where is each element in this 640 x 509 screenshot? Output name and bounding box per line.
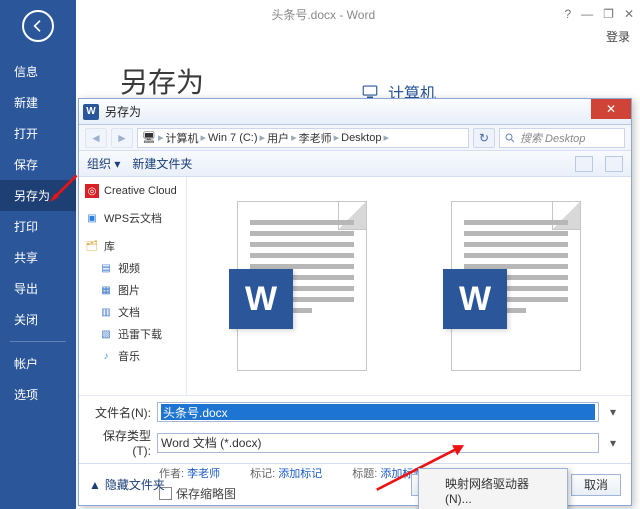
divider: [10, 341, 66, 342]
file-area[interactable]: W W: [187, 177, 631, 395]
dialog-title: 另存为: [105, 103, 141, 120]
login-link[interactable]: 登录: [606, 28, 630, 45]
savetype-select[interactable]: Word 文档 (*.docx): [157, 433, 599, 453]
savetype-label: 保存类型(T):: [89, 427, 151, 458]
bs-item-info[interactable]: 信息: [0, 56, 76, 87]
bs-item-new[interactable]: 新建: [0, 87, 76, 118]
minimize-icon[interactable]: —: [581, 7, 593, 21]
bc-seg[interactable]: Win 7 (C:): [208, 132, 258, 144]
backstage-sidebar: 信息 新建 打开 保存 另存为 打印 共享 导出 关闭 帐户 选项: [0, 0, 76, 509]
hide-folders-toggle[interactable]: ▲ 隐藏文件夹: [89, 476, 165, 493]
filename-input[interactable]: [157, 402, 599, 422]
nav-back-button[interactable]: ◄: [85, 128, 107, 148]
word-badge-icon: W: [229, 269, 293, 329]
bc-seg[interactable]: 计算机: [166, 130, 199, 146]
tree-pictures[interactable]: ▦图片: [81, 279, 184, 301]
folder-tree: ◎Creative Cloud ▣WPS云文档 🗂库 ▤视频 ▦图片 ▥文档 ▧…: [79, 177, 187, 395]
bs-item-open[interactable]: 打开: [0, 118, 76, 149]
nav-bar: ◄ ► 🖥 ▸计算机 ▸Win 7 (C:) ▸用户 ▸李老师 ▸Desktop…: [79, 125, 631, 151]
docs-icon: ▥: [99, 305, 113, 319]
bs-item-close[interactable]: 关闭: [0, 304, 76, 335]
bc-seg[interactable]: 用户: [267, 130, 289, 146]
cancel-button[interactable]: 取消: [571, 474, 621, 496]
filename-label: 文件名(N):: [89, 404, 151, 421]
music-icon: ♪: [99, 349, 113, 363]
window-controls: ? — ❐ ✕: [564, 7, 634, 21]
download-icon: ▧: [99, 327, 113, 341]
restore-icon[interactable]: ❐: [603, 7, 614, 21]
title-bar: 头条号.docx - Word ? — ❐ ✕ 登录: [76, 0, 640, 28]
wps-icon: ▣: [85, 211, 99, 225]
bc-seg[interactable]: 李老师: [299, 130, 332, 146]
file-thumb[interactable]: W: [451, 201, 581, 371]
close-icon[interactable]: ✕: [624, 7, 634, 21]
savetype-dd[interactable]: ▾: [605, 436, 621, 450]
newfolder-button[interactable]: 新建文件夹: [132, 155, 192, 172]
pictures-icon: ▦: [99, 283, 113, 297]
dialog-titlebar: W 另存为 ✕: [79, 99, 631, 125]
filename-dd[interactable]: ▾: [605, 405, 621, 419]
help-icon[interactable]: ?: [564, 7, 571, 21]
nav-fwd-button[interactable]: ►: [111, 128, 133, 148]
tree-video[interactable]: ▤视频: [81, 257, 184, 279]
refresh-button[interactable]: ↻: [473, 128, 495, 148]
search-input[interactable]: 搜索 Desktop: [499, 128, 625, 148]
tools-menu: 映射网络驱动器(N)... 保存选项(S)... 常规选项(G)...: [418, 468, 568, 509]
tree-xunlei[interactable]: ▧迅雷下载: [81, 323, 184, 345]
tree-cc[interactable]: ◎Creative Cloud: [81, 181, 184, 201]
bs-item-print[interactable]: 打印: [0, 211, 76, 242]
help-button[interactable]: [605, 156, 623, 172]
saveas-dialog: W 另存为 ✕ ◄ ► 🖥 ▸计算机 ▸Win 7 (C:) ▸用户 ▸李老师 …: [78, 98, 632, 506]
bs-item-options[interactable]: 选项: [0, 379, 76, 410]
bs-item-share[interactable]: 共享: [0, 242, 76, 273]
page-heading: 另存为: [120, 61, 204, 101]
search-placeholder: 搜索 Desktop: [520, 130, 585, 146]
computer-icon: 🖥: [142, 131, 156, 144]
word-badge-icon: W: [443, 269, 507, 329]
back-button[interactable]: [22, 10, 54, 42]
video-icon: ▤: [99, 261, 113, 275]
tree-wps[interactable]: ▣WPS云文档: [81, 207, 184, 229]
tree-music[interactable]: ♪音乐: [81, 345, 184, 367]
view-button[interactable]: [575, 156, 593, 172]
cc-icon: ◎: [85, 184, 99, 198]
library-icon: 🗂: [85, 239, 99, 253]
tree-docs[interactable]: ▥文档: [81, 301, 184, 323]
dialog-close-button[interactable]: ✕: [591, 99, 631, 119]
doc-title: 头条号.docx - Word: [82, 6, 564, 23]
bs-item-export[interactable]: 导出: [0, 273, 76, 304]
bs-item-account[interactable]: 帐户: [0, 348, 76, 379]
breadcrumb[interactable]: 🖥 ▸计算机 ▸Win 7 (C:) ▸用户 ▸李老师 ▸Desktop ▸: [137, 128, 469, 148]
tree-lib[interactable]: 🗂库: [81, 235, 184, 257]
bc-seg[interactable]: Desktop: [341, 132, 381, 144]
dialog-toolbar: 组织 ▾ 新建文件夹: [79, 151, 631, 177]
file-thumb[interactable]: W: [237, 201, 367, 371]
word-icon: W: [83, 104, 99, 120]
organize-button[interactable]: 组织 ▾: [87, 155, 120, 172]
tools-menu-map[interactable]: 映射网络驱动器(N)...: [421, 471, 565, 509]
bs-item-save[interactable]: 保存: [0, 149, 76, 180]
collapse-icon: ▲: [89, 478, 101, 492]
bs-item-saveas[interactable]: 另存为: [0, 180, 76, 211]
